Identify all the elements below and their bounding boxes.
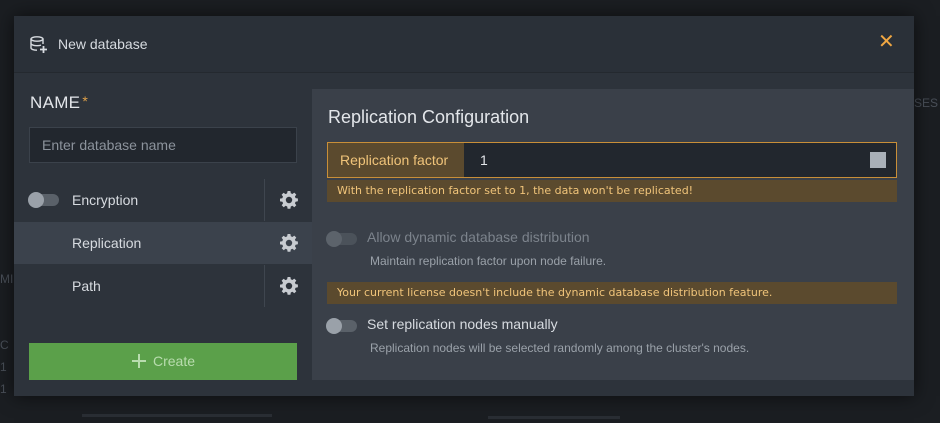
background-text-1a: 1 bbox=[0, 360, 7, 374]
close-icon[interactable]: ✕ bbox=[878, 31, 895, 51]
license-warning: Your current license doesn't include the… bbox=[327, 282, 897, 304]
option-row-encryption[interactable]: Encryption bbox=[14, 179, 312, 221]
replication-factor-warning: With the replication factor set to 1, th… bbox=[327, 180, 897, 202]
divider bbox=[264, 179, 265, 221]
replication-label: Replication bbox=[72, 235, 142, 251]
required-marker: * bbox=[82, 93, 89, 109]
replication-factor-group: Replication factor 1 bbox=[327, 142, 897, 178]
name-label-text: NAME bbox=[30, 93, 81, 112]
replication-configuration-panel: Replication Configuration Replication fa… bbox=[312, 89, 914, 380]
path-label: Path bbox=[72, 278, 101, 294]
background-text-1b: 1 bbox=[0, 382, 7, 396]
dialog-title: New database bbox=[58, 36, 148, 52]
manual-nodes-help: Replication nodes will be selected rando… bbox=[370, 341, 750, 355]
option-row-path[interactable]: Path bbox=[14, 265, 312, 307]
plus-icon bbox=[131, 353, 147, 369]
replication-factor-checkbox[interactable] bbox=[870, 152, 886, 168]
database-settings-panel: NAME* Encryption Replication Path bbox=[14, 73, 312, 396]
database-name-input[interactable] bbox=[29, 127, 297, 163]
gear-icon[interactable] bbox=[279, 276, 299, 296]
encryption-toggle[interactable] bbox=[28, 192, 59, 208]
manual-nodes-label: Set replication nodes manually bbox=[367, 316, 558, 332]
background-text-c: C bbox=[0, 338, 9, 352]
dynamic-distribution-help: Maintain replication factor upon node fa… bbox=[370, 254, 607, 268]
gear-icon[interactable] bbox=[279, 233, 299, 253]
background-divider bbox=[82, 414, 272, 417]
background-divider bbox=[488, 416, 620, 419]
background-text-ses: SES bbox=[914, 96, 939, 110]
panel-title: Replication Configuration bbox=[328, 107, 530, 127]
create-button[interactable]: Create bbox=[29, 343, 297, 380]
background-text-mi: MI bbox=[0, 272, 14, 286]
manual-nodes-toggle[interactable] bbox=[326, 318, 357, 334]
option-row-replication[interactable]: Replication bbox=[14, 222, 312, 264]
replication-factor-value[interactable]: 1 bbox=[480, 152, 488, 168]
create-label: Create bbox=[152, 352, 196, 369]
dynamic-distribution-toggle[interactable] bbox=[326, 231, 357, 247]
dialog-header: New database ✕ bbox=[14, 16, 914, 73]
encryption-label: Encryption bbox=[72, 192, 139, 208]
database-add-icon bbox=[30, 36, 47, 53]
new-database-dialog: New database ✕ NAME* Encryption Replicat… bbox=[14, 16, 914, 396]
divider bbox=[264, 265, 265, 307]
gear-icon[interactable] bbox=[279, 190, 299, 210]
name-label: NAME * bbox=[30, 93, 88, 113]
dynamic-distribution-label: Allow dynamic database distribution bbox=[367, 229, 590, 245]
replication-factor-label: Replication factor bbox=[328, 143, 464, 177]
